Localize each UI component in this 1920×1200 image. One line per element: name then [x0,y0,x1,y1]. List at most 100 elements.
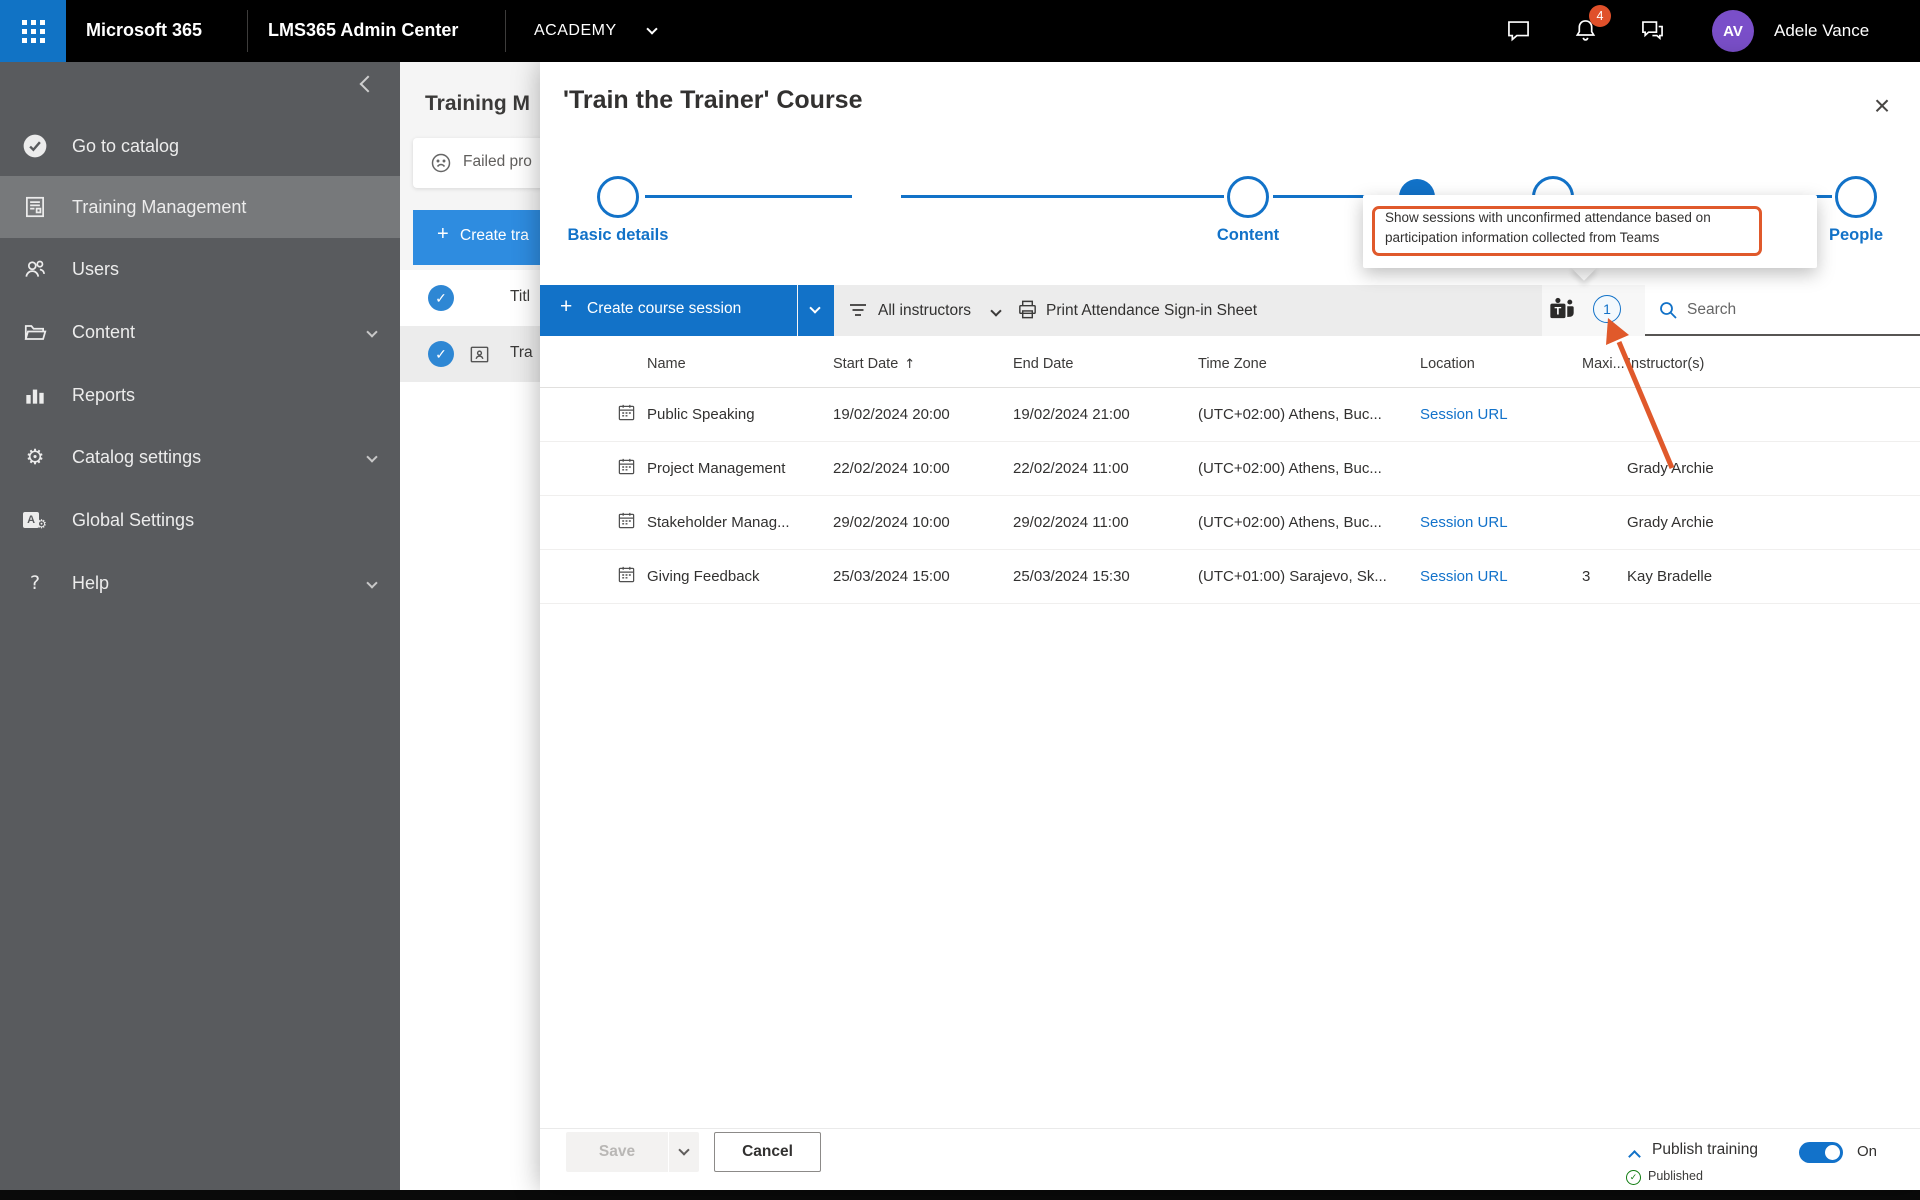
sessions-table-header: Name Start Date↑ End Date Time Zone Loca… [540,340,1920,388]
product-name[interactable]: Microsoft 365 [86,20,202,41]
column-header-instructors[interactable]: Instructor(s) [1627,356,1920,372]
teams-attendance-tooltip: Show sessions with unconfirmed attendanc… [1363,195,1817,268]
session-row[interactable]: Public Speaking 19/02/2024 20:00 19/02/2… [540,388,1920,442]
table-row[interactable]: ✓ Tra [400,326,550,382]
session-maximum: 3 [1582,568,1627,585]
checked-checkbox-icon[interactable]: ✓ [428,341,454,367]
global-settings-icon: A ⚙ [22,507,48,533]
chat-icon[interactable] [1505,17,1532,44]
feedback-icon[interactable] [1639,17,1666,44]
chevron-down-icon[interactable] [366,577,377,588]
top-bar: Microsoft 365 LMS365 Admin Center ACADEM… [0,0,1920,62]
footer-divider [540,1128,1920,1129]
save-dropdown-button[interactable] [669,1132,699,1172]
training-management-icon [22,194,48,220]
toggle-state-label: On [1857,1143,1877,1160]
column-header-start-date[interactable]: Start Date↑ [833,356,1013,372]
sidebar-item-label: Catalog settings [72,447,201,468]
sidebar-item-label: Reports [72,385,135,406]
sidebar: Go to catalog Training Management Users … [0,62,400,1190]
column-header-time-zone[interactable]: Time Zone [1198,356,1420,372]
sidebar-item-global-settings[interactable]: A ⚙ Global Settings [0,489,400,551]
sidebar-item-label: Help [72,573,109,594]
app-launcher-button[interactable] [0,0,66,62]
cancel-button[interactable]: Cancel [714,1132,821,1172]
session-url-link[interactable]: Session URL [1420,406,1582,423]
create-course-session-button[interactable]: + Create course session [540,285,797,336]
tenant-chevron-down-icon[interactable] [646,23,657,34]
page-list-background [400,382,550,1190]
session-name: Public Speaking [647,406,833,423]
topbar-divider [247,10,248,52]
session-row[interactable]: Project Management 22/02/2024 10:00 22/0… [540,442,1920,496]
table-row[interactable]: ✓ Titl [400,270,550,326]
app-name[interactable]: LMS365 Admin Center [268,20,458,41]
publish-collapse-chevron-up-icon[interactable] [1628,1150,1641,1163]
session-start: 29/02/2024 10:00 [833,514,1013,531]
user-avatar[interactable]: AV [1712,10,1754,52]
column-header-maximum[interactable]: Maxi... [1582,356,1627,372]
contact-card-icon [468,343,491,366]
step-content[interactable] [1227,176,1269,218]
publish-training-label[interactable]: Publish training [1652,1141,1758,1159]
step-label[interactable]: Basic details [540,226,708,245]
users-icon [22,256,48,282]
session-end: 19/02/2024 21:00 [1013,406,1198,423]
session-row[interactable]: Stakeholder Manag... 29/02/2024 10:00 29… [540,496,1920,550]
plus-icon: + [560,295,572,319]
sidebar-item-catalog-settings[interactable]: ⚙ Catalog settings [0,426,400,488]
unconfirmed-attendance-count-badge[interactable]: 1 [1593,295,1621,323]
tenant-selector[interactable]: ACADEMY [534,22,617,40]
topbar-divider [505,10,506,52]
sidebar-item-content[interactable]: Content [0,301,400,363]
sidebar-item-go-to-catalog[interactable]: Go to catalog [0,115,400,177]
published-status: Published [1648,1169,1703,1183]
create-session-dropdown-button[interactable] [798,285,834,336]
sidebar-item-training-management[interactable]: Training Management [0,176,400,238]
step-label[interactable]: Content [1158,226,1338,245]
search-input[interactable] [1645,285,1920,336]
session-row[interactable]: Giving Feedback 25/03/2024 15:00 25/03/2… [540,550,1920,604]
column-header-name[interactable]: Name [647,356,833,372]
sidebar-item-label: Content [72,322,135,343]
published-check-icon: ✓ [1626,1170,1641,1185]
user-name[interactable]: Adele Vance [1774,21,1869,41]
chevron-down-icon [809,302,820,313]
step-people[interactable] [1835,176,1877,218]
sidebar-item-label: Go to catalog [72,136,179,157]
sidebar-collapse-icon[interactable] [360,76,377,93]
print-attendance-button[interactable]: Print Attendance Sign-in Sheet [1046,302,1257,320]
teams-icon[interactable]: T [1548,296,1576,324]
step-basic-details[interactable] [597,176,639,218]
question-mark-icon: ? [22,570,48,596]
create-training-button[interactable]: + Create tra [413,210,545,265]
chevron-down-icon [678,1144,689,1155]
save-button[interactable]: Save [566,1132,668,1172]
instructor-filter[interactable]: All instructors [878,302,971,320]
sidebar-item-label: Training Management [72,197,246,218]
session-name: Giving Feedback [647,568,833,585]
session-instructors: Grady Archie [1627,460,1920,477]
session-url-link[interactable]: Session URL [1420,568,1582,585]
sidebar-item-help[interactable]: ? Help [0,552,400,614]
filter-lines-icon[interactable] [846,298,870,322]
publish-toggle-on[interactable] [1799,1142,1843,1163]
checked-checkbox-icon[interactable]: ✓ [428,285,454,311]
session-url-link[interactable]: Session URL [1420,514,1582,531]
tooltip-text-line1: Show sessions with unconfirmed attendanc… [1385,210,1711,225]
print-icon[interactable] [1016,298,1039,321]
session-timezone: (UTC+02:00) Athens, Buc... [1198,406,1420,423]
column-header-end-date[interactable]: End Date [1013,356,1198,372]
sidebar-item-label: Global Settings [72,510,194,531]
close-icon[interactable]: × [1862,86,1902,126]
chevron-down-icon[interactable] [366,451,377,462]
chevron-down-icon[interactable] [366,326,377,337]
button-label: Create course session [587,300,741,318]
sidebar-item-reports[interactable]: Reports [0,364,400,426]
column-header-location[interactable]: Location [1420,356,1582,372]
svg-text:T: T [1555,306,1562,318]
sidebar-item-users[interactable]: Users [0,238,400,300]
banner-text: Failed pro [463,153,532,171]
session-timezone: (UTC+02:00) Athens, Buc... [1198,514,1420,531]
session-end: 29/02/2024 11:00 [1013,514,1198,531]
